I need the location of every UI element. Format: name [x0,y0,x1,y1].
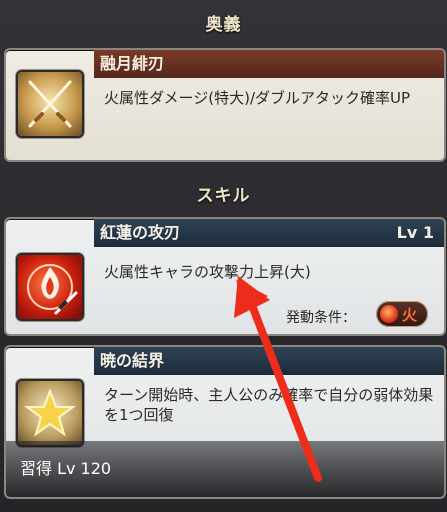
star-icon [18,381,82,445]
skill-card[interactable]: 暁の結界 ターン開始時、主人公のみ確率で自分の弱体効果を1つ回復 習得 Lv 1… [4,345,446,499]
learn-level-bar: 習得 Lv 120 [6,441,444,497]
ougi-name: 融月緋刃 [94,50,444,78]
fire-icon [380,305,398,323]
skill-description: ターン開始時、主人公のみ確率で自分の弱体効果を1つ回復 [104,386,434,424]
skill-name: 紅蓮の攻刃 [94,219,444,247]
skill-name: 暁の結界 [94,347,444,375]
skill-level: Lv 1 [396,223,434,242]
flame-sword-icon [18,255,82,319]
ougi-card[interactable]: 融月緋刃 火属性ダメージ(特大)/ダブルアタック確率UP [4,48,446,162]
crossed-swords-icon [18,72,82,136]
skill-description: 火属性キャラの攻撃力上昇(大) [104,263,311,281]
activation-condition-label: 発動条件： [286,310,356,326]
skill-card[interactable]: 紅蓮の攻刃 Lv 1 火属性キャラの攻撃力上昇(大) 発動条件： 火 [4,217,446,336]
skill-panel: 奥義 融月緋刃 火属性ダメージ(特大)/ダブルアタック確率UP スキル 紅蓮の攻… [0,0,447,512]
ougi-description: 火属性ダメージ(特大)/ダブルアタック確率UP [104,89,411,107]
fire-element-badge: 火 [376,301,428,327]
fire-element-label: 火 [402,306,418,324]
skill-section-header: スキル [196,186,251,206]
learn-level-label: 習得 Lv 120 [20,459,112,478]
ougi-section-header: 奥義 [205,15,242,35]
